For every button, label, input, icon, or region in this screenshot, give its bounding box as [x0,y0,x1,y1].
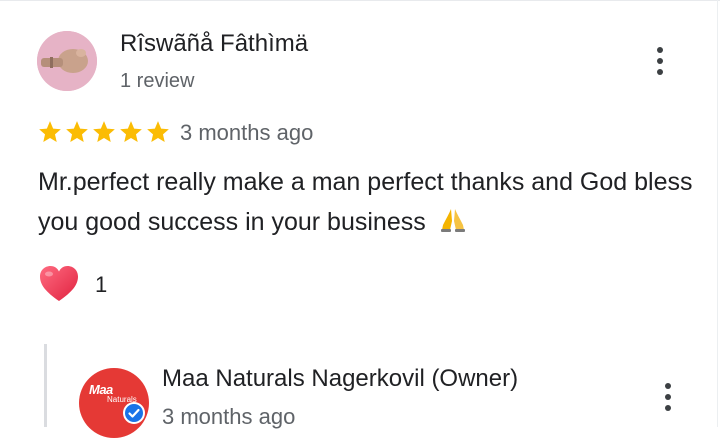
review-date: 3 months ago [180,120,314,145]
star-icon [147,121,169,142]
reviewer-review-count: 1 review [120,70,195,92]
star-icon [39,121,61,142]
like-count: 1 [95,272,108,297]
top-divider [0,0,720,1]
right-divider [717,0,718,427]
reply-more-options-icon[interactable] [663,383,673,413]
star-icon [93,121,115,142]
star-icon [120,121,142,142]
star-rating [37,119,171,145]
heart-icon [40,266,78,301]
reviewer-name[interactable]: Rîswãñå Fâthìmä [120,30,308,58]
review-text: Mr.perfect really make a man perfect tha… [38,162,698,242]
pray-emoji-icon [440,209,465,232]
reply-indent-bar [44,344,47,427]
review-more-options-icon[interactable] [655,47,665,77]
star-icon [66,121,88,142]
reviewer-avatar[interactable] [37,31,97,91]
owner-name[interactable]: Maa Naturals Nagerkovil (Owner) [162,365,518,393]
verified-badge-icon [123,402,145,424]
heart-reaction-button[interactable] [38,264,80,304]
reviewer-photo [37,31,97,91]
owner-reply-date: 3 months ago [162,404,296,429]
review-body: Mr.perfect really make a man perfect tha… [38,168,693,236]
